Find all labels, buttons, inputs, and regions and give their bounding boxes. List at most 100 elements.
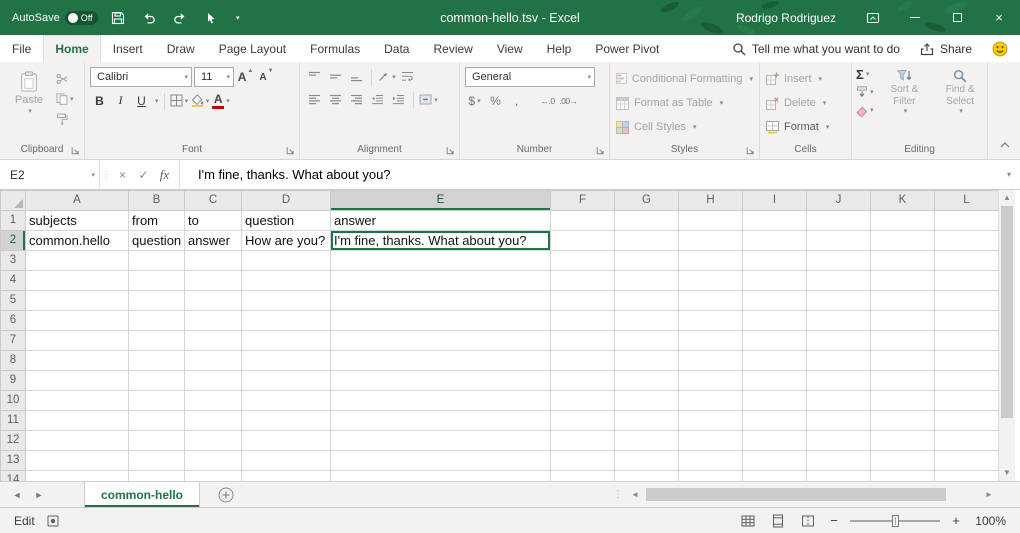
cell-C5[interactable] <box>185 291 242 311</box>
formula-bar-handle[interactable]: ⋮ <box>100 160 112 189</box>
cell-D8[interactable] <box>242 351 331 371</box>
cell-D1[interactable]: question <box>242 211 331 231</box>
formula-bar-expand-button[interactable]: ▾ <box>998 160 1020 189</box>
styles-dialog-launcher[interactable] <box>746 146 756 156</box>
cell-A11[interactable] <box>26 411 129 431</box>
cell-H11[interactable] <box>679 411 743 431</box>
font-color-button[interactable]: A ▾ <box>212 91 231 110</box>
increase-decimal-button[interactable]: ←.0 <box>538 91 557 110</box>
cell-A8[interactable] <box>26 351 129 371</box>
cell-K6[interactable] <box>871 311 935 331</box>
cell-I11[interactable] <box>743 411 807 431</box>
cell-D12[interactable] <box>242 431 331 451</box>
cell-B3[interactable] <box>129 251 185 271</box>
scroll-right-button[interactable]: ► <box>980 490 998 499</box>
row-header-9[interactable]: 9 <box>1 371 26 391</box>
wrap-text-button[interactable] <box>398 67 417 86</box>
cell-B1[interactable]: from <box>129 211 185 231</box>
maximize-button[interactable] <box>936 0 978 35</box>
cell-I13[interactable] <box>743 451 807 471</box>
cell-H5[interactable] <box>679 291 743 311</box>
cell-G8[interactable] <box>615 351 679 371</box>
format-cells-button[interactable]: Format ▾ <box>766 117 845 138</box>
delete-cells-button[interactable]: Delete ▾ <box>766 93 845 114</box>
cell-C2[interactable]: answer <box>185 231 242 251</box>
column-header-I[interactable]: I <box>743 191 807 211</box>
cell-D11[interactable] <box>242 411 331 431</box>
cell-B7[interactable] <box>129 331 185 351</box>
cell-G12[interactable] <box>615 431 679 451</box>
cell-L6[interactable] <box>935 311 999 331</box>
tab-file[interactable]: File <box>0 35 43 62</box>
comma-style-button[interactable]: , <box>507 91 526 110</box>
cell-E6[interactable] <box>331 311 551 331</box>
cell-J7[interactable] <box>807 331 871 351</box>
cell-J5[interactable] <box>807 291 871 311</box>
close-button[interactable]: × <box>978 0 1020 35</box>
decrease-decimal-button[interactable]: .00→ <box>559 91 578 110</box>
cell-C14[interactable] <box>185 471 242 482</box>
bold-button[interactable]: B <box>90 91 109 110</box>
row-header-13[interactable]: 13 <box>1 451 26 471</box>
cell-L5[interactable] <box>935 291 999 311</box>
horizontal-scrollbar[interactable]: ◄ ► <box>626 482 998 507</box>
cell-I3[interactable] <box>743 251 807 271</box>
cell-B11[interactable] <box>129 411 185 431</box>
cell-F14[interactable] <box>551 471 615 482</box>
cell-J8[interactable] <box>807 351 871 371</box>
font-dialog-launcher[interactable] <box>286 146 296 156</box>
row-header-8[interactable]: 8 <box>1 351 26 371</box>
font-family-select[interactable]: Calibri ▾ <box>90 67 192 87</box>
cell-H7[interactable] <box>679 331 743 351</box>
italic-button[interactable]: I <box>111 91 130 110</box>
row-header-12[interactable]: 12 <box>1 431 26 451</box>
cell-D6[interactable] <box>242 311 331 331</box>
cell-L14[interactable] <box>935 471 999 482</box>
paste-button[interactable]: Paste ▾ <box>6 65 52 143</box>
cell-C1[interactable]: to <box>185 211 242 231</box>
cell-G3[interactable] <box>615 251 679 271</box>
find-select-button[interactable]: Find & Select ▾ <box>935 66 985 143</box>
cell-K8[interactable] <box>871 351 935 371</box>
cell-E2[interactable]: I'm fine, thanks. What about you? <box>331 231 551 251</box>
cell-H10[interactable] <box>679 391 743 411</box>
cell-E11[interactable] <box>331 411 551 431</box>
cell-F12[interactable] <box>551 431 615 451</box>
cell-K5[interactable] <box>871 291 935 311</box>
cell-F13[interactable] <box>551 451 615 471</box>
cell-A14[interactable] <box>26 471 129 482</box>
tab-review[interactable]: Review <box>421 35 484 62</box>
cell-F7[interactable] <box>551 331 615 351</box>
cell-L4[interactable] <box>935 271 999 291</box>
cell-A9[interactable] <box>26 371 129 391</box>
cell-B14[interactable] <box>129 471 185 482</box>
cell-L3[interactable] <box>935 251 999 271</box>
align-left-button[interactable] <box>305 90 324 109</box>
column-header-L[interactable]: L <box>935 191 999 211</box>
cell-F3[interactable] <box>551 251 615 271</box>
touch-mode-button[interactable] <box>200 7 222 29</box>
cell-J2[interactable] <box>807 231 871 251</box>
tab-page-layout[interactable]: Page Layout <box>207 35 298 62</box>
format-as-table-button[interactable]: Format as Table ▾ <box>616 93 753 114</box>
cell-L9[interactable] <box>935 371 999 391</box>
zoom-slider-thumb[interactable] <box>892 515 899 527</box>
percent-style-button[interactable]: % <box>486 91 505 110</box>
cell-A10[interactable] <box>26 391 129 411</box>
cell-F4[interactable] <box>551 271 615 291</box>
cell-D14[interactable] <box>242 471 331 482</box>
row-header-7[interactable]: 7 <box>1 331 26 351</box>
cell-A7[interactable] <box>26 331 129 351</box>
name-box[interactable]: E2 ▾ <box>0 160 100 189</box>
row-header-5[interactable]: 5 <box>1 291 26 311</box>
tab-view[interactable]: View <box>485 35 535 62</box>
cell-G7[interactable] <box>615 331 679 351</box>
cell-H13[interactable] <box>679 451 743 471</box>
cell-K3[interactable] <box>871 251 935 271</box>
cell-D2[interactable]: How are you? <box>242 231 331 251</box>
cell-F11[interactable] <box>551 411 615 431</box>
tab-insert[interactable]: Insert <box>101 35 155 62</box>
cell-L10[interactable] <box>935 391 999 411</box>
cell-H8[interactable] <box>679 351 743 371</box>
number-dialog-launcher[interactable] <box>596 146 606 156</box>
